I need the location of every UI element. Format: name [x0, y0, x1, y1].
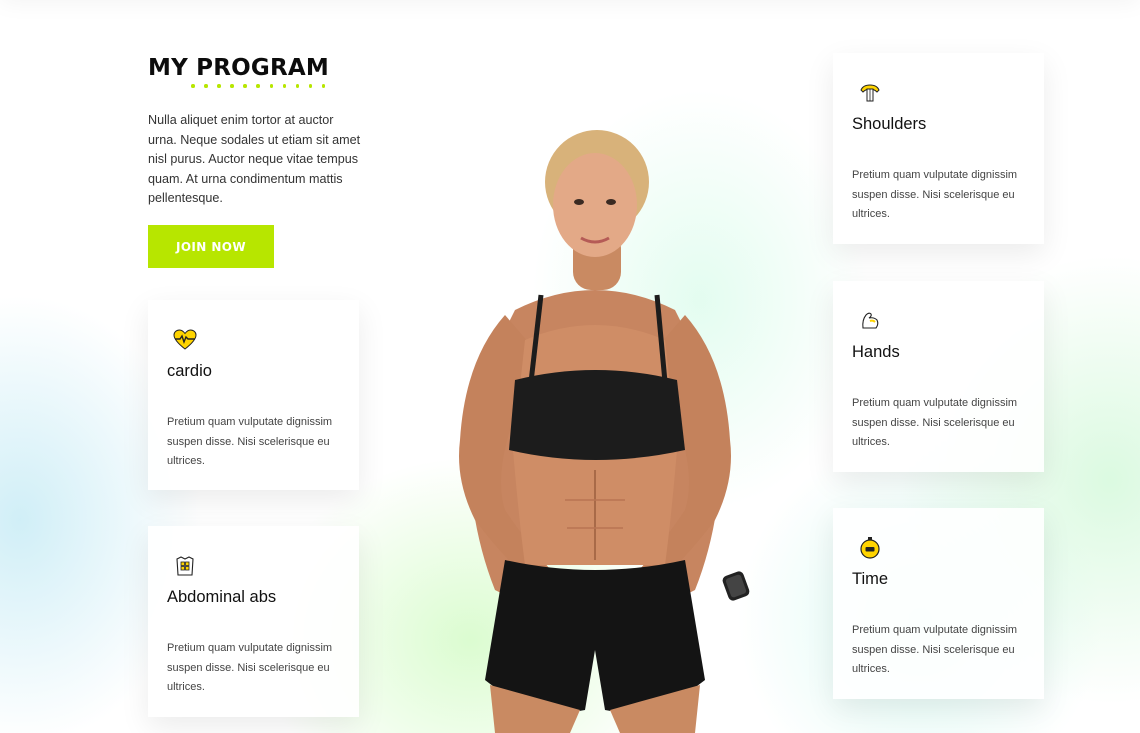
intro-text: Nulla aliquet enim tortor at auctor urna…: [148, 113, 361, 206]
heartbeat-icon: [165, 320, 205, 360]
card-title: Time: [852, 570, 889, 588]
card-title: Hands: [852, 343, 900, 361]
athlete-photo: [459, 130, 750, 733]
title-dots-decoration: [191, 84, 331, 90]
program-card-time[interactable]: Time Pretium quam vulputate dignissim su…: [833, 508, 1044, 699]
card-title: cardio: [167, 362, 212, 380]
card-description: Pretium quam vulputate dignissim suspen …: [852, 624, 1018, 676]
page-title: MY PROGRAM: [148, 55, 329, 81]
abs-icon: [165, 546, 205, 586]
program-card-abdominal-abs[interactable]: Abdominal abs Pretium quam vulputate dig…: [148, 526, 359, 717]
card-description: Pretium quam vulputate dignissim suspen …: [167, 642, 333, 694]
join-now-button[interactable]: JOIN NOW: [148, 225, 274, 268]
program-card-cardio[interactable]: cardio Pretium quam vulputate dignissim …: [148, 300, 359, 490]
shoulders-icon: [850, 73, 890, 113]
card-description: Pretium quam vulputate dignissim suspen …: [852, 169, 1018, 221]
card-description: Pretium quam vulputate dignissim suspen …: [852, 397, 1018, 449]
stopwatch-icon: [850, 528, 890, 568]
card-title: Shoulders: [852, 115, 927, 133]
program-card-shoulders[interactable]: Shoulders Pretium quam vulputate digniss…: [833, 53, 1044, 244]
card-description: Pretium quam vulputate dignissim suspen …: [167, 416, 333, 468]
card-title: Abdominal abs: [167, 588, 277, 606]
program-card-hands[interactable]: Hands Pretium quam vulputate dignissim s…: [833, 281, 1044, 472]
bicep-icon: [850, 301, 890, 341]
